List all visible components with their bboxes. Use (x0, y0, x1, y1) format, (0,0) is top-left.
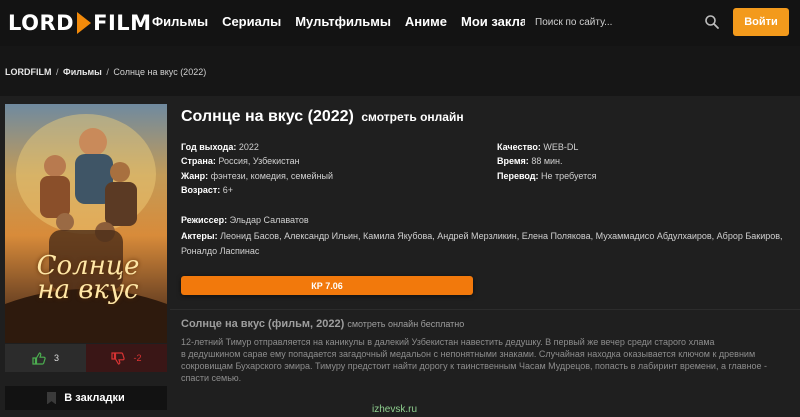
site-logo[interactable]: LORD FILM (8, 9, 152, 37)
movie-title-subtitle: смотреть онлайн (361, 110, 464, 124)
logo-text-right: FILM (93, 11, 152, 35)
info-translation-value: Не требуется (541, 171, 597, 181)
description-title: Солнце на вкус (фильм, 2022) смотреть он… (181, 318, 464, 330)
info-duration-value: 88 мин. (531, 156, 563, 166)
breadcrumb-section[interactable]: Фильмы (63, 67, 102, 77)
like-count: 3 (53, 353, 59, 363)
breadcrumb-separator: / (106, 67, 109, 77)
bookmark-label: В закладки (64, 392, 125, 404)
description-text: 12-летний Тимур отправляется на каникулы… (181, 336, 793, 384)
thumbs-up-icon (32, 351, 46, 365)
info-actors-continued: Роналдо Ласпинас (181, 246, 259, 256)
divider (170, 309, 800, 310)
nav-cartoons[interactable]: Мультфильмы (295, 14, 391, 29)
login-button[interactable]: Войти (733, 8, 789, 36)
info-year-label: Год выхода: (181, 142, 237, 152)
info-translation: Перевод: Не требуется (497, 171, 597, 181)
kinopoisk-rating-button[interactable]: КР 7.06 (181, 276, 473, 295)
description-line: 12-летний Тимур отправляется на каникулы… (181, 337, 715, 347)
vote-bar: 3 -2 (5, 344, 167, 372)
info-age-value: 6+ (222, 185, 234, 195)
breadcrumb-current: Солнце на вкус (2022) (113, 67, 207, 77)
info-country: Страна: Россия, Узбекистан (181, 156, 300, 166)
add-bookmark-button[interactable]: В закладки (5, 386, 167, 410)
description-line: сокровищам Бухарского эмира. Тимуру пред… (181, 361, 768, 371)
info-year-value: 2022 (238, 142, 259, 152)
logo-text-left: LORD (8, 11, 75, 35)
dislike-button[interactable]: -2 (86, 344, 167, 372)
movie-poster: Солнце на вкус (5, 104, 167, 343)
breadcrumb: LORDFILM / Фильмы / Солнце на вкус (2022… (5, 67, 206, 77)
page-title: Солнце на вкус (2022) смотреть онлайн (181, 108, 464, 126)
info-translation-label: Перевод: (497, 171, 539, 181)
description-title-small: смотреть онлайн бесплатно (347, 319, 465, 329)
info-director-value: Эльдар Салаватов (229, 215, 309, 225)
bookmark-icon (47, 392, 57, 404)
info-quality: Качество: WEB-DL (497, 142, 578, 152)
info-quality-label: Качество: (497, 142, 541, 152)
watermark: izhevsk.ru (372, 404, 418, 415)
info-genre: Жанр: фэнтези, комедия, семейный (181, 171, 333, 181)
breadcrumb-home[interactable]: LORDFILM (5, 67, 52, 77)
thumbs-down-icon (111, 351, 126, 365)
dislike-count: -2 (133, 353, 142, 363)
info-actors-value-2: Роналдо Ласпинас (181, 246, 260, 256)
info-director: Режиссер: Эльдар Салаватов (181, 215, 309, 225)
info-actors-label: Актеры: (181, 231, 218, 241)
site-header: LORD FILM Фильмы Сериалы Мультфильмы Ани… (0, 0, 800, 46)
info-quality-value: WEB-DL (543, 142, 579, 152)
info-genre-label: Жанр: (181, 171, 209, 181)
info-country-label: Страна: (181, 156, 216, 166)
description-title-main: Солнце на вкус (фильм, 2022) (181, 318, 345, 330)
movie-title: Солнце на вкус (2022) (181, 108, 354, 125)
info-duration-label: Время: (497, 156, 529, 166)
breadcrumb-separator: / (56, 67, 59, 77)
nav-movies[interactable]: Фильмы (152, 14, 208, 29)
nav-series[interactable]: Сериалы (222, 14, 281, 29)
info-age: Возраст: 6+ (181, 185, 233, 195)
poster-title-line2: на вкус (37, 275, 139, 305)
search-box (525, 8, 725, 37)
info-duration: Время: 88 мин. (497, 156, 563, 166)
description-line: спасти семью. (181, 373, 242, 383)
nav-anime[interactable]: Аниме (405, 14, 447, 29)
play-icon (77, 12, 92, 34)
poster-title: Солнце на вкус (23, 253, 153, 305)
info-country-value: Россия, Узбекистан (218, 156, 300, 166)
like-button[interactable]: 3 (5, 344, 86, 372)
info-director-label: Режиссер: (181, 215, 228, 225)
info-age-label: Возраст: (181, 185, 221, 195)
poster-artwork (5, 114, 167, 343)
description-line: в дедушкином сарае ему попадается загадо… (181, 349, 756, 359)
info-actors-value: Леонид Басов, Александр Ильин, Камила Як… (220, 231, 783, 241)
info-actors: Актеры: Леонид Басов, Александр Ильин, К… (181, 231, 783, 241)
search-icon[interactable] (704, 14, 720, 30)
search-input[interactable] (535, 17, 695, 28)
info-year: Год выхода: 2022 (181, 142, 259, 152)
main-nav: Фильмы Сериалы Мультфильмы Аниме Мои зак… (152, 14, 564, 29)
info-genre-value: фэнтези, комедия, семейный (210, 171, 334, 181)
